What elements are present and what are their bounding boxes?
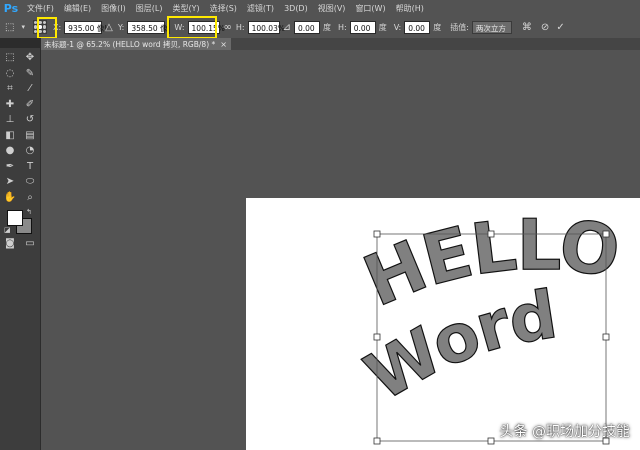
marquee-tool-icon[interactable]: ⬚ bbox=[0, 50, 20, 66]
menu-type[interactable]: 类型(Y) bbox=[167, 3, 204, 14]
height-field[interactable]: 100.03% bbox=[247, 20, 285, 34]
commit-transform-icon[interactable]: ✓ bbox=[556, 22, 564, 33]
hskew-field[interactable]: 0.00 bbox=[349, 20, 376, 34]
ellipse-tool-icon[interactable]: ⬭ bbox=[20, 174, 40, 190]
color-swatches: ↰ ◪ bbox=[0, 208, 40, 234]
y-position-field[interactable]: 358.50 像! bbox=[127, 20, 171, 34]
crop-tool-icon[interactable]: ⌗ bbox=[0, 81, 20, 97]
transform-handle-top-center[interactable] bbox=[487, 230, 495, 238]
gradient-tool-icon[interactable]: ▤ bbox=[20, 128, 40, 144]
y-label: Y: bbox=[117, 22, 125, 32]
x-position-field[interactable]: 935.00 像! bbox=[64, 20, 107, 34]
warp-mode-icon[interactable]: ⌘ bbox=[522, 22, 532, 33]
document-tab[interactable]: 未标题-1 @ 65.2% (HELLO word 拷贝, RGB/8) * × bbox=[40, 38, 231, 50]
transform-handle-middle-right[interactable] bbox=[602, 333, 610, 341]
transform-handle-bottom-left[interactable] bbox=[373, 437, 381, 445]
degree-unit-3: 度 bbox=[433, 22, 442, 32]
menu-filter[interactable]: 滤镜(T) bbox=[242, 3, 279, 14]
rotate-field[interactable]: 0.00 bbox=[293, 20, 320, 34]
warped-text-artwork: HELLO Word bbox=[352, 204, 625, 445]
screen-mode-icon[interactable]: ▭ bbox=[20, 236, 40, 250]
vskew-field[interactable]: 0.00 bbox=[404, 20, 431, 34]
menu-bar: Ps 文件(F) 编辑(E) 图像(I) 图层(L) 类型(Y) 选择(S) 滤… bbox=[0, 0, 640, 16]
menu-window[interactable]: 窗口(W) bbox=[350, 3, 390, 14]
menu-help[interactable]: 帮助(H) bbox=[391, 3, 429, 14]
history-brush-tool-icon[interactable]: ↺ bbox=[20, 112, 40, 128]
move-tool-icon[interactable]: ✥ bbox=[20, 50, 40, 66]
menu-image[interactable]: 图像(I) bbox=[96, 3, 131, 14]
tools-panel-grip[interactable] bbox=[0, 38, 40, 48]
swap-colors-icon[interactable]: ↰ bbox=[26, 208, 32, 216]
vskew-label: V: bbox=[393, 22, 402, 32]
menu-layer[interactable]: 图层(L) bbox=[131, 3, 168, 14]
cancel-transform-icon[interactable]: ⊘ bbox=[541, 22, 549, 33]
default-colors-icon[interactable]: ◪ bbox=[4, 226, 11, 234]
path-select-tool-icon[interactable]: ➤ bbox=[0, 174, 20, 190]
close-tab-icon[interactable]: × bbox=[220, 40, 227, 49]
document-tab-label: 未标题-1 @ 65.2% (HELLO word 拷贝, RGB/8) * bbox=[44, 39, 216, 49]
healing-brush-tool-icon[interactable]: ✚ bbox=[0, 97, 20, 113]
type-tool-icon[interactable]: T bbox=[20, 159, 40, 175]
separator bbox=[169, 20, 171, 34]
dodge-tool-icon[interactable]: ◔ bbox=[20, 143, 40, 159]
eyedropper-tool-icon[interactable]: ⁄ bbox=[20, 81, 40, 97]
interpolation-select[interactable]: 两次立方 bbox=[471, 20, 512, 34]
transform-handle-top-right[interactable] bbox=[602, 230, 610, 238]
hand-tool-icon[interactable]: ✋ bbox=[0, 190, 20, 206]
quick-select-tool-icon[interactable]: ✎ bbox=[20, 66, 40, 82]
reference-point-locator[interactable] bbox=[32, 20, 47, 34]
photoshop-logo: Ps bbox=[3, 1, 19, 15]
tools-panel: ⬚ ✥ ◌ ✎ ⌗ ⁄ ✚ ✐ ⊥ ↺ ◧ ▤ ● ◔ ✒ T ➤ ⬭ ✋ ⌕ … bbox=[0, 38, 41, 450]
pen-tool-icon[interactable]: ✒ bbox=[0, 159, 20, 175]
lasso-tool-icon[interactable]: ◌ bbox=[0, 66, 20, 82]
degree-unit-2: 度 bbox=[378, 22, 387, 32]
menu-file[interactable]: 文件(F) bbox=[22, 3, 59, 14]
rotate-angle-icon: ⊿ bbox=[282, 21, 291, 33]
menu-edit[interactable]: 编辑(E) bbox=[59, 3, 96, 14]
watermark-text: 头条 @职场加分技能 bbox=[499, 424, 630, 440]
transform-handle-middle-left[interactable] bbox=[373, 333, 381, 341]
hskew-label: H: bbox=[337, 22, 347, 32]
clone-stamp-tool-icon[interactable]: ⊥ bbox=[0, 112, 20, 128]
menu-3d[interactable]: 3D(D) bbox=[279, 4, 313, 13]
degree-unit-1: 度 bbox=[322, 22, 331, 32]
tool-dropdown-icon[interactable]: ▾ bbox=[21, 23, 25, 31]
document-canvas[interactable]: HELLO Word 头条 @职场加分技能 bbox=[246, 198, 640, 450]
transform-tool-icon: ⬚ bbox=[5, 21, 15, 33]
options-bar: ⬚ ▾ X: 935.00 像! △ Y: 358.50 像! W: 100.1… bbox=[0, 16, 640, 39]
foreground-color-swatch[interactable] bbox=[7, 210, 23, 226]
x-label: X: bbox=[52, 22, 62, 32]
eraser-tool-icon[interactable]: ◧ bbox=[0, 128, 20, 144]
menu-select[interactable]: 选择(S) bbox=[205, 3, 242, 14]
transform-handle-top-left[interactable] bbox=[373, 230, 381, 238]
brush-tool-icon[interactable]: ✐ bbox=[20, 97, 40, 113]
interpolation-label: 插值: bbox=[450, 22, 469, 32]
relative-position-icon[interactable]: △ bbox=[105, 22, 113, 33]
width-label: W: bbox=[174, 22, 185, 32]
height-label: H: bbox=[235, 22, 245, 32]
menu-view[interactable]: 视图(V) bbox=[313, 3, 351, 14]
zoom-tool-icon[interactable]: ⌕ bbox=[20, 190, 40, 206]
blur-tool-icon[interactable]: ● bbox=[0, 143, 20, 159]
link-icon[interactable]: ∞ bbox=[224, 22, 232, 33]
document-tab-bar: 未标题-1 @ 65.2% (HELLO word 拷贝, RGB/8) * × bbox=[40, 38, 640, 50]
transform-handle-bottom-center[interactable] bbox=[487, 437, 495, 445]
width-field[interactable]: 100.15% bbox=[187, 20, 225, 34]
quick-mask-icon[interactable]: ◙ bbox=[0, 236, 20, 250]
